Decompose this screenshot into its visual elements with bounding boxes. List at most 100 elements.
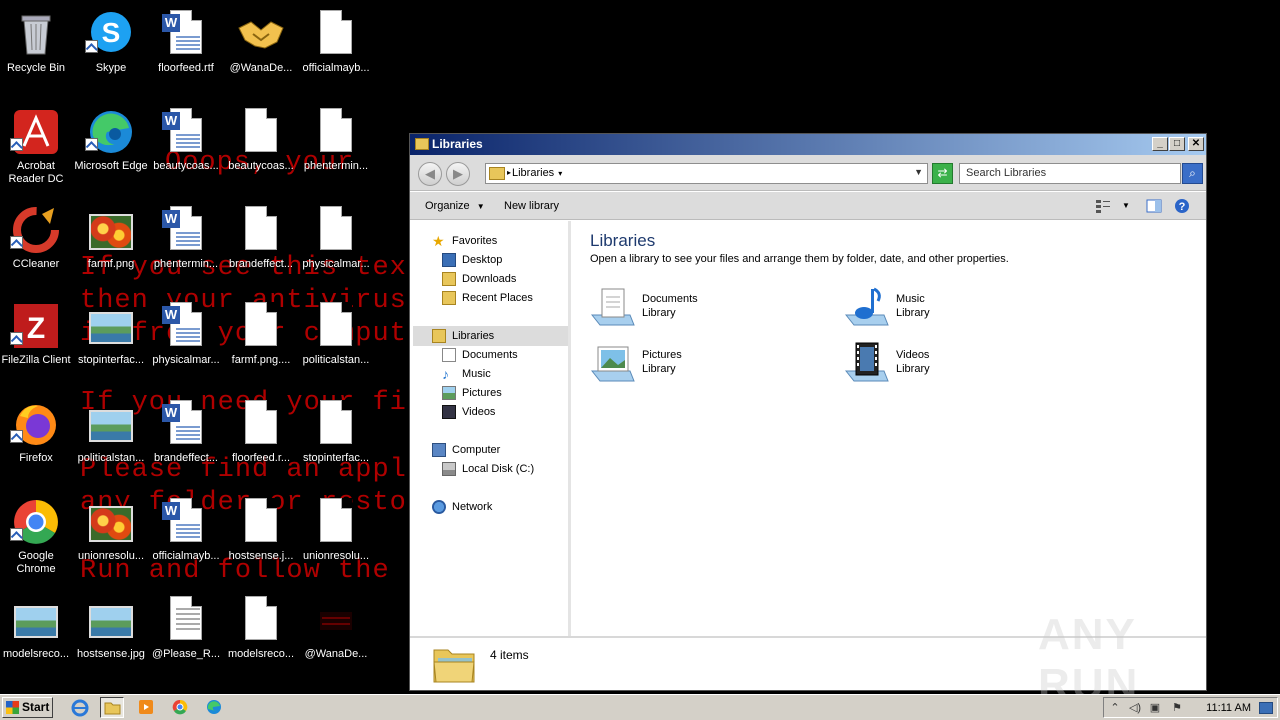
desktop-icon-label: officialmayb... — [302, 62, 370, 74]
desktop-icon-file[interactable]: @WanaDe... — [223, 4, 299, 94]
breadcrumb-libraries[interactable]: Libraries — [512, 167, 554, 179]
library-documents[interactable]: Documents Library — [590, 285, 830, 335]
refresh-button[interactable]: ⇄ — [932, 163, 953, 184]
svg-text:S: S — [102, 17, 121, 48]
music-library-icon — [844, 285, 890, 329]
desktop-icon-filezilla[interactable]: Z FileZilla Client — [0, 296, 74, 386]
desktop-icon-file[interactable]: @Please_R... — [148, 590, 224, 680]
desktop-icon-recycle-bin[interactable]: Recycle Bin — [0, 4, 74, 94]
search-icon[interactable]: ⌕ — [1182, 163, 1203, 184]
desktop-icon-file[interactable]: hostsense.jpg — [73, 590, 149, 680]
show-hidden-icons-icon[interactable]: ⌃ — [1108, 701, 1122, 715]
close-button[interactable]: ✕ — [1188, 137, 1204, 151]
desktop-icon-file[interactable]: beautycoas... — [223, 102, 299, 192]
desktop-icon-file[interactable]: W beautycoas... — [148, 102, 224, 192]
minimize-button[interactable]: _ — [1152, 137, 1168, 151]
desktop-icon-file[interactable]: physicalmar... — [298, 200, 374, 290]
desktop-icon-acrobat[interactable]: Acrobat Reader DC — [0, 102, 74, 192]
breadcrumb[interactable]: Libraries ▾ — [512, 167, 562, 179]
blank-file-icon — [237, 108, 285, 156]
desktop-icon-file[interactable]: farmf.png — [73, 200, 149, 290]
window-titlebar[interactable]: Libraries _ □ ✕ — [410, 134, 1206, 155]
desktop-icon-chrome[interactable]: Google Chrome — [0, 492, 74, 582]
shortcut-arrow-icon — [10, 138, 23, 151]
search-input[interactable]: Search Libraries — [959, 163, 1181, 184]
library-videos[interactable]: Videos Library — [844, 341, 1084, 391]
edge-icon — [207, 700, 221, 714]
desktop-icon-label: unionresolu... — [77, 550, 145, 562]
desktop-icon-file[interactable]: unionresolu... — [298, 492, 374, 582]
start-button[interactable]: Start — [2, 697, 53, 718]
action-center-flag-icon[interactable]: ⚑ — [1170, 701, 1184, 715]
taskbar-ie-button[interactable] — [68, 697, 92, 718]
desktop-icon-label: physicalmar... — [302, 258, 370, 270]
taskbar-explorer-button[interactable] — [100, 697, 124, 718]
word-document-icon: W — [162, 302, 210, 350]
blank-file-icon — [237, 206, 285, 254]
show-desktop-icon[interactable] — [1259, 702, 1273, 714]
desktop-icon-file[interactable]: @WanaDe... — [298, 590, 374, 680]
library-type: Library — [896, 307, 930, 319]
desktop-icon-file[interactable]: stopinterfac... — [73, 296, 149, 386]
content-description: Open a library to see your files and arr… — [590, 253, 1009, 265]
address-bar[interactable]: ▸ Libraries ▾ ▼ — [485, 163, 928, 184]
desktop-icon-file[interactable]: W phentermin... — [148, 200, 224, 290]
view-dropdown-icon[interactable]: ▼ — [1122, 198, 1138, 214]
maximize-button[interactable]: □ — [1169, 137, 1185, 151]
nav-label: Local Disk (C:) — [462, 463, 535, 475]
desktop-icon-label: Microsoft Edge — [74, 160, 148, 172]
desktop-icon-file[interactable]: W officialmayb... — [148, 492, 224, 582]
libraries-icon — [432, 329, 446, 343]
desktop-icon-file[interactable]: W brandeffect... — [148, 394, 224, 484]
taskbar: Start ⌃ ◁) ▣ ⚑ 11:11 AM — [0, 694, 1280, 720]
preview-pane-icon[interactable] — [1146, 198, 1162, 214]
internet-explorer-icon — [71, 699, 89, 717]
anyrun-watermark: ANY RUN — [1038, 610, 1140, 709]
desktop-icon-file[interactable]: hostsense.j... — [223, 492, 299, 582]
desktop-icon-file[interactable]: unionresolu... — [73, 492, 149, 582]
forward-button[interactable]: ▶ — [446, 162, 470, 186]
blank-file-icon — [312, 302, 360, 350]
desktop-icon-label: FileZilla Client — [1, 354, 71, 366]
organize-menu[interactable]: Organize ▼ — [425, 200, 485, 212]
desktop-icon-label: CCleaner — [12, 258, 60, 270]
taskbar-edge-button[interactable] — [202, 697, 226, 718]
desktop-icon-file[interactable]: floorfeed.r... — [223, 394, 299, 484]
back-button[interactable]: ◀ — [418, 162, 442, 186]
desktop-icon-file[interactable]: officialmayb... — [298, 4, 374, 94]
clock[interactable]: 11:11 AM — [1206, 702, 1251, 714]
desktop-icon-file[interactable]: farmf.png.... — [223, 296, 299, 386]
desktop-icon-edge[interactable]: Microsoft Edge — [73, 102, 149, 192]
help-icon[interactable]: ? — [1174, 198, 1190, 214]
volume-icon[interactable]: ◁) — [1128, 701, 1142, 715]
desktop-icon-file[interactable]: brandeffect... — [223, 200, 299, 290]
blank-file-icon — [237, 498, 285, 546]
desktop-icon-file[interactable]: W physicalmar... — [148, 296, 224, 386]
library-music[interactable]: Music Library — [844, 285, 1084, 335]
desktop-icon-label: phentermin... — [303, 160, 369, 172]
word-document-icon: W — [162, 206, 210, 254]
content-heading: Libraries — [590, 231, 656, 250]
wanadecryptor-icon — [312, 596, 360, 644]
desktop-icon-skype[interactable]: S Skype — [73, 4, 149, 94]
desktop-icon-firefox[interactable]: Firefox — [0, 394, 74, 484]
address-dropdown-icon[interactable]: ▼ — [914, 167, 923, 177]
new-library-button[interactable]: New library — [504, 200, 559, 212]
desktop-icon-label: politicalstan... — [77, 452, 145, 464]
desktop-icon-file[interactable]: politicalstan... — [73, 394, 149, 484]
libraries-folder-icon — [489, 167, 505, 180]
view-options-icon[interactable] — [1095, 198, 1111, 214]
desktop-icon-file[interactable]: modelsreco... — [0, 590, 74, 680]
library-pictures[interactable]: Pictures Library — [590, 341, 830, 391]
desktop-icon-file[interactable]: W floorfeed.rtf — [148, 4, 224, 94]
network-tray-icon[interactable]: ▣ — [1148, 701, 1162, 715]
desktop-icon-ccleaner[interactable]: CCleaner — [0, 200, 74, 290]
desktop-icon-file[interactable]: phentermin... — [298, 102, 374, 192]
taskbar-media-player-button[interactable] — [134, 697, 158, 718]
desktop-icon-file[interactable]: modelsreco... — [223, 590, 299, 680]
taskbar-chrome-button[interactable] — [168, 697, 192, 718]
desktop-icon-label: farmf.png — [87, 258, 135, 270]
desktop-icon-file[interactable]: stopinterfac... — [298, 394, 374, 484]
nav-label: Videos — [462, 406, 496, 418]
desktop-icon-file[interactable]: politicalstan... — [298, 296, 374, 386]
